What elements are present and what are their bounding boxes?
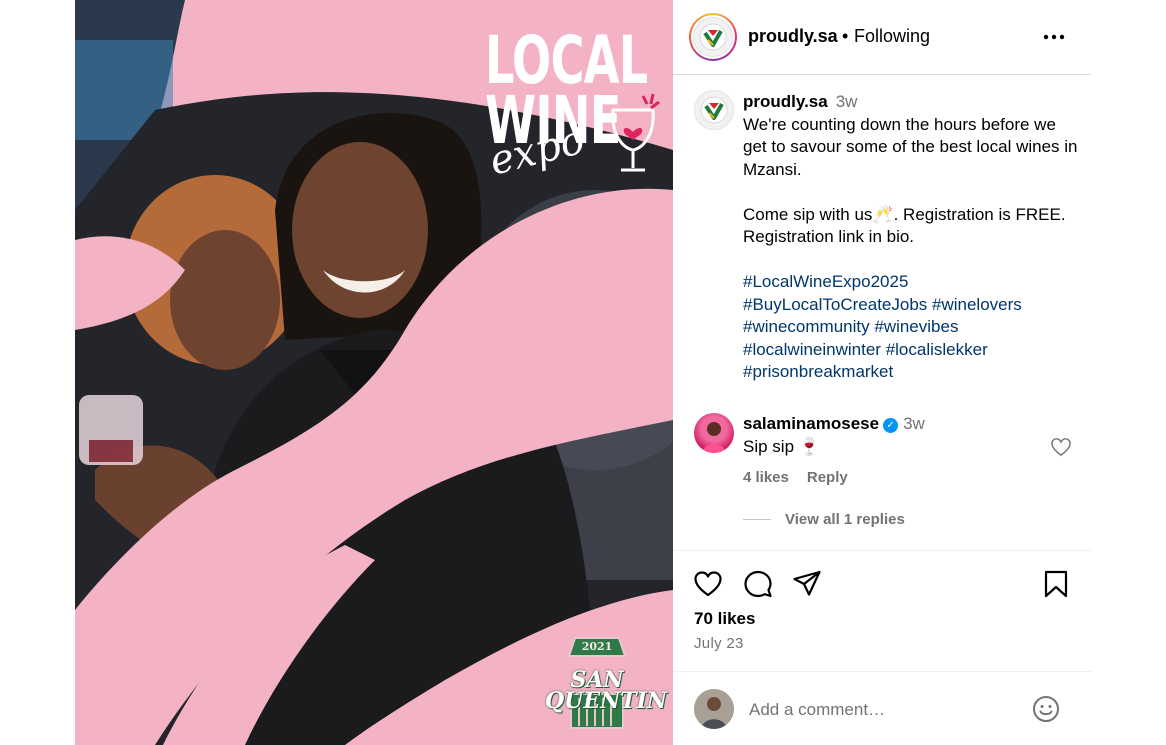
hashtag-link[interactable]: #localislekker xyxy=(886,340,988,359)
proudly-sa-logo-icon xyxy=(700,96,728,124)
view-replies-button[interactable]: View all 1 replies xyxy=(785,511,905,528)
hashtag-link[interactable]: #localwineinwinter xyxy=(743,340,881,359)
actions-divider xyxy=(673,550,1091,551)
caption-author-avatar[interactable] xyxy=(694,90,734,130)
comment-divider xyxy=(673,671,1091,672)
caption-username[interactable]: proudly.sa xyxy=(743,92,828,111)
caption-hashtags: #LocalWineExpo2025 #BuyLocalToCreateJobs… xyxy=(743,271,1083,384)
post-header: proudly.sa • Following xyxy=(673,0,1091,75)
comment-likes[interactable]: 4 likes xyxy=(743,469,789,486)
commenter-username[interactable]: salaminamosese xyxy=(743,414,879,433)
post-side-panel: proudly.sa • Following proudly.sa 3w We'r… xyxy=(673,0,1091,745)
badge-name: SAN QUENTIN xyxy=(545,669,667,714)
proudly-sa-logo-icon xyxy=(693,17,733,57)
hashtag-link[interactable]: #winevibes xyxy=(874,317,958,336)
hashtag-link[interactable]: #LocalWineExpo2025 xyxy=(743,272,908,291)
following-button[interactable]: Following xyxy=(854,26,930,47)
header-username[interactable]: proudly.sa xyxy=(748,26,838,47)
more-horizontal-icon[interactable] xyxy=(1041,26,1067,48)
author-avatar-story-ring[interactable] xyxy=(689,13,737,61)
comment-icon[interactable] xyxy=(743,569,773,599)
send-icon[interactable] xyxy=(792,569,822,599)
reply-button[interactable]: Reply xyxy=(807,469,848,486)
hashtag-link[interactable]: #winecommunity xyxy=(743,317,870,336)
local-wine-expo-logo: LOCAL WINE expo xyxy=(485,22,660,192)
hashtag-link[interactable]: #BuyLocalToCreateJobs xyxy=(743,295,927,314)
san-quentin-badge: 2021 SAN QUENTIN xyxy=(545,634,667,734)
heart-icon[interactable] xyxy=(693,569,723,599)
comment-meta: 4 likes Reply xyxy=(743,469,848,486)
badge-year: 2021 xyxy=(581,640,613,653)
current-user-avatar[interactable] xyxy=(694,689,734,729)
commenter-avatar[interactable] xyxy=(694,413,734,453)
comment-text: Sip sip 🍷 xyxy=(743,436,820,456)
post-image[interactable]: LOCAL WINE expo 2021 SAN QUENTIN xyxy=(75,0,673,745)
bookmark-icon[interactable] xyxy=(1041,569,1071,599)
comment-heart-icon[interactable] xyxy=(1050,437,1072,457)
badge-name-line2: QUENTIN xyxy=(545,687,667,714)
caption-text-1: We're counting down the hours before we … xyxy=(743,114,1078,179)
caption-text-2: Come sip with us🥂. Registration is FREE.… xyxy=(743,204,1066,247)
post-date[interactable]: July 23 xyxy=(694,635,744,652)
verified-badge-icon: ✓ xyxy=(883,418,899,433)
replies-divider xyxy=(743,519,771,520)
caption-time[interactable]: 3w xyxy=(836,92,858,111)
comment-time[interactable]: 3w xyxy=(903,414,925,433)
hashtag-link[interactable]: #winelovers xyxy=(932,295,1022,314)
add-comment-input[interactable] xyxy=(749,697,1019,723)
header-separator: • xyxy=(842,26,849,46)
comment-body: salaminamosese ✓ 3w Sip sip 🍷 xyxy=(743,413,925,458)
hashtag-link[interactable]: #prisonbreakmarket xyxy=(743,362,893,381)
emoji-icon[interactable] xyxy=(1031,694,1061,724)
like-count[interactable]: 70 likes xyxy=(694,609,755,629)
commenter-photo xyxy=(702,422,726,453)
post-caption: proudly.sa 3w We're counting down the hou… xyxy=(743,91,1083,384)
wine-glass-icon xyxy=(611,93,660,172)
current-user-photo xyxy=(694,689,734,729)
